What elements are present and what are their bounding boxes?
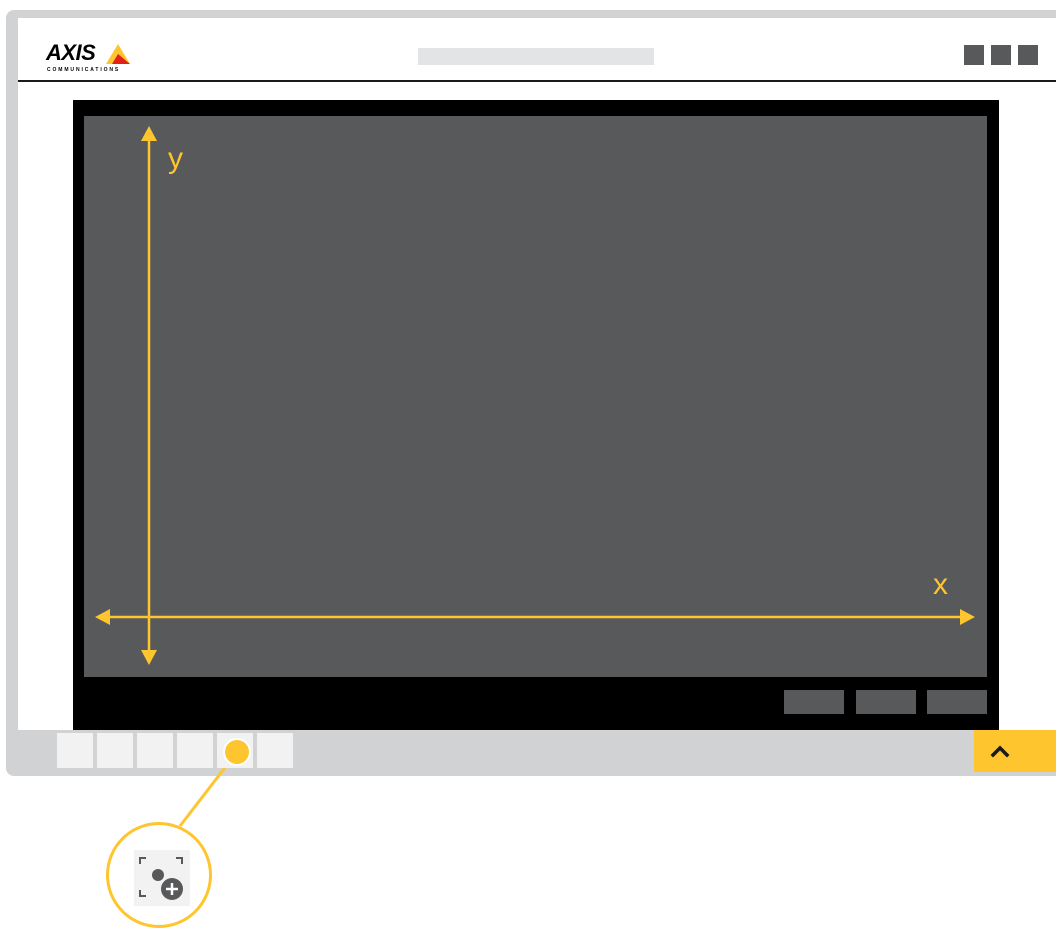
callout-icon-container bbox=[134, 850, 190, 906]
highlight-marker bbox=[223, 738, 251, 766]
viewer-button-2[interactable] bbox=[856, 690, 916, 714]
tool-button-2[interactable] bbox=[97, 733, 133, 768]
y-axis-label: y bbox=[168, 142, 183, 175]
y-axis bbox=[141, 126, 157, 665]
tool-button-1[interactable] bbox=[57, 733, 93, 768]
x-axis-arrow-left bbox=[95, 609, 110, 625]
chevron-up-icon bbox=[990, 745, 1010, 758]
x-axis bbox=[95, 609, 975, 625]
axes-overlay bbox=[95, 126, 975, 827]
y-axis-arrow-down bbox=[141, 650, 157, 665]
tool-button-3[interactable] bbox=[137, 733, 173, 768]
tool-button-4[interactable] bbox=[177, 733, 213, 768]
viewer-button-3[interactable] bbox=[927, 690, 987, 714]
x-axis-arrow-right bbox=[960, 609, 975, 625]
tool-button-6[interactable] bbox=[257, 733, 293, 768]
x-axis-label: x bbox=[933, 568, 948, 601]
y-axis-arrow-up bbox=[141, 126, 157, 141]
expand-panel-button[interactable] bbox=[974, 730, 1056, 772]
add-area-icon bbox=[139, 857, 183, 900]
viewer-button-1[interactable] bbox=[784, 690, 844, 714]
